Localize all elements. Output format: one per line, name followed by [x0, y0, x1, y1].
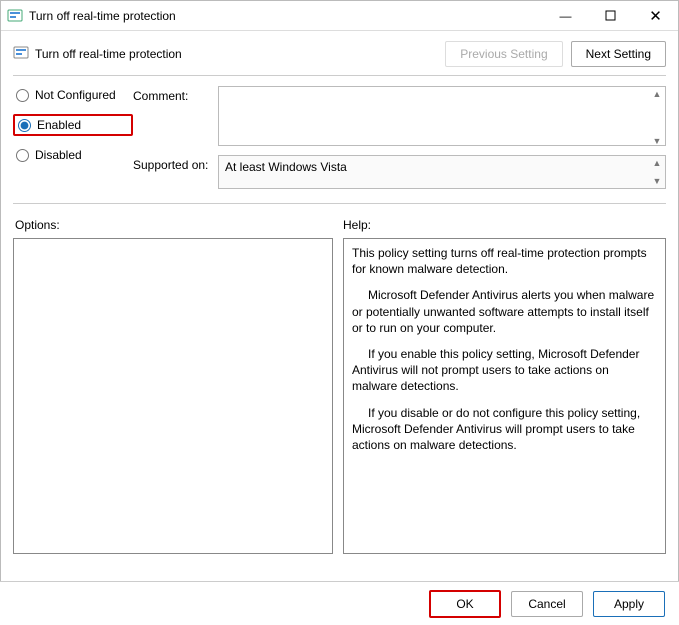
content-area: Turn off real-time protection Previous S… [1, 31, 678, 554]
scroll-down-icon[interactable]: ▼ [651, 176, 663, 186]
radio-not-configured[interactable]: Not Configured [13, 86, 133, 104]
help-pane[interactable]: This policy setting turns off real-time … [343, 238, 666, 554]
footer: OK Cancel Apply [0, 581, 679, 625]
radio-disabled[interactable]: Disabled [13, 146, 133, 164]
radio-not-configured-input[interactable] [16, 89, 29, 102]
policy-shield-icon [7, 8, 23, 24]
supported-wrap: At least Windows Vista ▲ ▼ [218, 155, 666, 189]
separator [13, 203, 666, 204]
supported-value: At least Windows Vista [218, 155, 666, 189]
scroll-down-icon[interactable]: ▼ [651, 136, 663, 146]
fields: Comment: ▲ ▼ Supported on: At least Wind… [133, 86, 666, 195]
config-area: Not Configured Enabled Disabled Comment:… [13, 86, 666, 195]
radio-not-configured-label: Not Configured [35, 88, 116, 102]
state-radios: Not Configured Enabled Disabled [13, 86, 133, 195]
help-paragraph: If you disable or do not configure this … [352, 405, 657, 454]
minimize-button[interactable]: — [543, 1, 588, 30]
scroll-up-icon[interactable]: ▲ [651, 89, 663, 99]
radio-enabled-label: Enabled [37, 118, 81, 132]
help-paragraph: If you enable this policy setting, Micro… [352, 346, 657, 395]
help-paragraph: Microsoft Defender Antivirus alerts you … [352, 287, 657, 336]
window-controls: — ✕ [543, 1, 678, 30]
separator [13, 75, 666, 76]
comment-input[interactable] [218, 86, 666, 146]
nav-buttons: Previous Setting Next Setting [445, 41, 666, 67]
help-paragraph: This policy setting turns off real-time … [352, 245, 657, 277]
previous-setting-button: Previous Setting [445, 41, 562, 67]
supported-label: Supported on: [133, 155, 218, 172]
window-title: Turn off real-time protection [29, 9, 543, 23]
header-row: Turn off real-time protection Previous S… [13, 41, 666, 67]
cancel-button[interactable]: Cancel [511, 591, 583, 617]
policy-title: Turn off real-time protection [35, 47, 445, 61]
comment-wrap: ▲ ▼ [218, 86, 666, 149]
radio-enabled[interactable]: Enabled [13, 114, 133, 136]
radio-disabled-input[interactable] [16, 149, 29, 162]
ok-button[interactable]: OK [429, 590, 501, 618]
options-pane[interactable] [13, 238, 333, 554]
policy-item-icon [13, 45, 29, 64]
comment-label: Comment: [133, 86, 218, 103]
options-label: Options: [13, 218, 343, 232]
comment-row: Comment: ▲ ▼ [133, 86, 666, 149]
supported-row: Supported on: At least Windows Vista ▲ ▼ [133, 155, 666, 189]
radio-enabled-input[interactable] [18, 119, 31, 132]
radio-disabled-label: Disabled [35, 148, 82, 162]
apply-button[interactable]: Apply [593, 591, 665, 617]
panes: This policy setting turns off real-time … [13, 238, 666, 554]
titlebar: Turn off real-time protection — ✕ [1, 1, 678, 31]
next-setting-button[interactable]: Next Setting [571, 41, 666, 67]
help-label: Help: [343, 218, 666, 232]
maximize-button[interactable] [588, 1, 633, 30]
scroll-up-icon[interactable]: ▲ [651, 158, 663, 168]
close-button[interactable]: ✕ [633, 1, 678, 30]
pane-labels: Options: Help: [13, 218, 666, 232]
